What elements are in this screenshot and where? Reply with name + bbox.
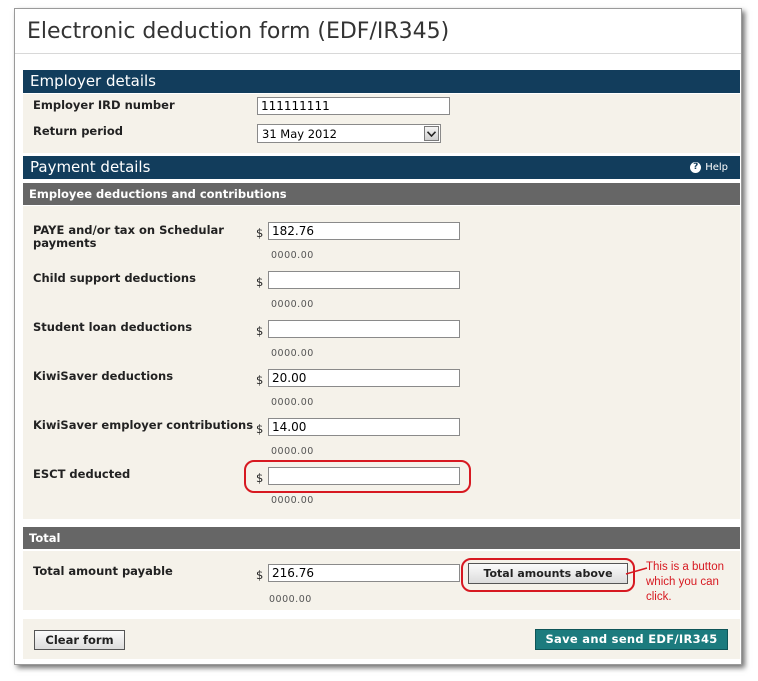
paye-format-hint: 0000.00 (271, 250, 314, 261)
help-icon[interactable]: ? (690, 162, 702, 173)
kiwisaver-deductions-format-hint: 0000.00 (271, 397, 314, 408)
title-divider (15, 53, 741, 54)
total-amount-input[interactable]: 216.76 (268, 564, 460, 582)
clear-form-button[interactable]: Clear form (34, 630, 125, 650)
return-period-label: Return period (33, 124, 123, 138)
edf-form-window: Electronic deduction form (EDF/IR345) Em… (14, 8, 742, 665)
child-support-label: Child support deductions (33, 271, 196, 285)
student-loan-input[interactable] (268, 320, 460, 338)
help-label[interactable]: Help (705, 156, 728, 179)
payment-details-title: Payment details (30, 158, 151, 176)
employer-ird-label: Employer IRD number (33, 98, 175, 112)
paye-input[interactable]: 182.76 (268, 222, 460, 240)
kiwisaver-employer-label: KiwiSaver employer contributions (33, 418, 254, 432)
kiwisaver-employer-format-hint: 0000.00 (271, 446, 314, 457)
employee-deductions-header: Employee deductions and contributions (23, 183, 740, 205)
child-support-format-hint: 0000.00 (271, 299, 314, 310)
kiwisaver-deductions-label: KiwiSaver deductions (33, 369, 174, 383)
kiwisaver-deductions-input[interactable]: 20.00 (268, 369, 460, 387)
esct-input[interactable] (268, 467, 460, 485)
return-period-value: 31 May 2012 (262, 127, 337, 141)
child-support-input[interactable] (268, 271, 460, 289)
page-title: Electronic deduction form (EDF/IR345) (27, 19, 450, 44)
employer-details-header: Employer details (23, 70, 740, 93)
esct-format-hint: 0000.00 (271, 495, 314, 506)
kiwisaver-employer-currency: $ (256, 422, 264, 436)
total-currency: $ (256, 568, 264, 582)
save-and-send-button[interactable]: Save and send EDF/IR345 (535, 629, 728, 650)
student-loan-currency: $ (256, 324, 264, 338)
total-header: Total (23, 527, 740, 549)
return-period-select[interactable]: 31 May 2012 (257, 124, 441, 143)
esct-label: ESCT deducted (33, 467, 131, 481)
employer-ird-input[interactable]: 111111111 (257, 97, 450, 115)
total-amounts-button[interactable]: Total amounts above (468, 563, 628, 584)
total-amount-label: Total amount payable (33, 564, 173, 578)
kiwisaver-employer-input[interactable]: 14.00 (268, 418, 460, 436)
payment-details-header: Payment details ? Help (23, 156, 740, 179)
total-format-hint: 0000.00 (269, 594, 312, 605)
esct-currency: $ (256, 471, 264, 485)
paye-currency: $ (256, 226, 264, 240)
student-loan-label: Student loan deductions (33, 320, 193, 334)
paye-label: PAYE and/or tax on Schedular payments (33, 223, 224, 250)
kiwisaver-deductions-currency: $ (256, 373, 264, 387)
annotation-callout: This is a button which you can click. (646, 561, 724, 603)
student-loan-format-hint: 0000.00 (271, 348, 314, 359)
child-support-currency: $ (256, 275, 264, 289)
chevron-down-icon[interactable] (424, 126, 439, 141)
help-link[interactable]: ? Help (690, 156, 728, 179)
